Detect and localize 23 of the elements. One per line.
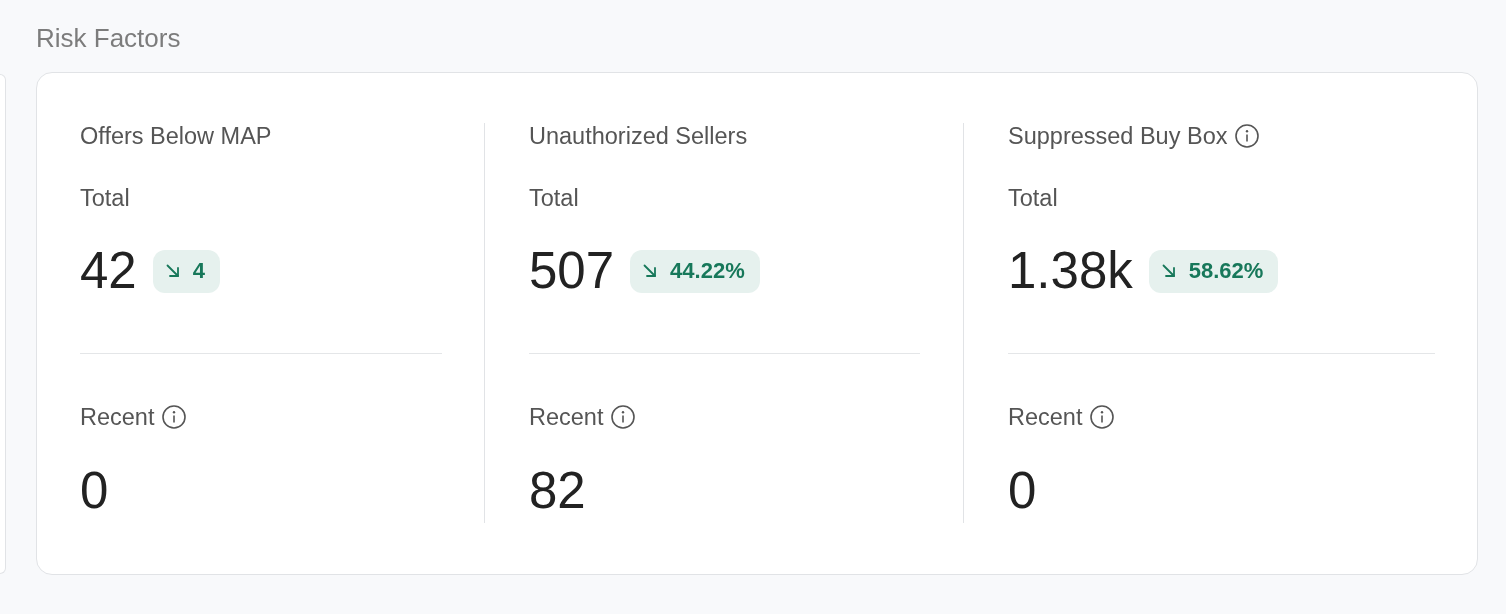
total-value: 42 (80, 245, 137, 297)
metric-title: Offers Below MAP (80, 123, 272, 149)
recent-label: Recent (1008, 404, 1083, 430)
recent-label: Recent (80, 404, 155, 430)
info-icon[interactable] (611, 405, 636, 429)
total-label: Total (1008, 185, 1058, 211)
metric-title: Suppressed Buy Box (1008, 123, 1228, 149)
recent-value: 0 (1008, 465, 1037, 517)
metric-title: Unauthorized Sellers (529, 123, 748, 149)
info-icon[interactable] (1235, 124, 1260, 148)
recent-value: 0 (80, 465, 109, 517)
total-value: 1.38k (1008, 245, 1133, 297)
recent-value: 82 (529, 465, 586, 517)
recent-label: Recent (529, 404, 604, 430)
total-value: 507 (529, 245, 615, 297)
info-icon[interactable] (1090, 405, 1115, 429)
change-badge: 4 (152, 249, 220, 293)
change-badge: 58.62% (1148, 249, 1279, 293)
total-label: Total (529, 185, 579, 211)
section-title: Risk Factors (36, 22, 181, 54)
info-icon[interactable] (162, 405, 187, 429)
total-label: Total (80, 185, 130, 211)
change-badge: 44.22% (630, 249, 760, 293)
